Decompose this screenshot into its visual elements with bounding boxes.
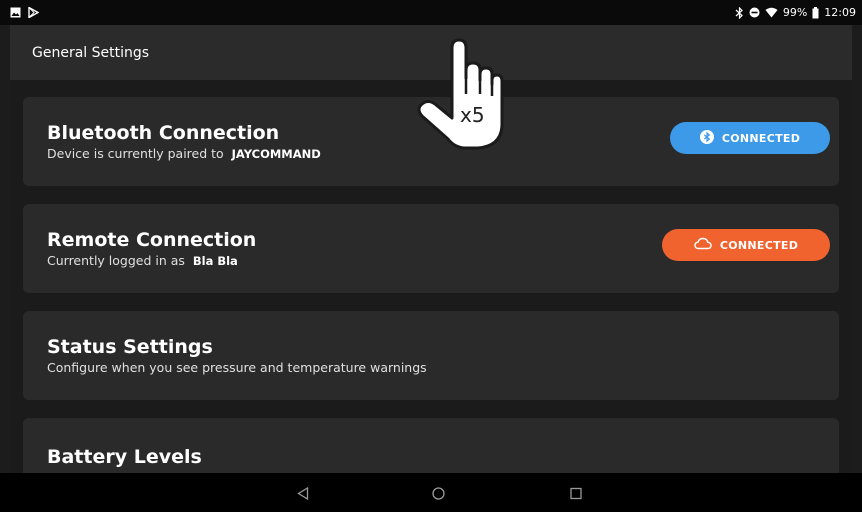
bluetooth-connected-button[interactable]: CONNECTED: [670, 122, 830, 154]
home-icon[interactable]: [432, 485, 445, 504]
card-subtitle: Currently logged in as Bla Bla: [47, 252, 238, 268]
card-title: Battery Levels: [47, 446, 202, 468]
card-subtitle: Device is currently paired to JAYCOMMAND: [47, 145, 321, 161]
tap-hand-icon: x5: [412, 36, 512, 156]
cloud-icon: [694, 237, 712, 253]
remote-connected-button[interactable]: CONNECTED: [662, 229, 830, 261]
card-title: Remote Connection: [47, 228, 257, 251]
button-label: CONNECTED: [721, 131, 801, 145]
bluetooth-icon: [735, 6, 744, 19]
status-bar: 99% 12:09: [0, 0, 862, 25]
clock: 12:09: [824, 6, 856, 19]
paired-device-name: JAYCOMMAND: [231, 146, 321, 161]
battery-icon: [812, 6, 819, 19]
page-title: General Settings: [32, 44, 150, 61]
do-not-disturb-icon: [749, 7, 760, 18]
card-subtitle: Configure when you see pressure and temp…: [47, 360, 427, 375]
button-label: CONNECTED: [719, 238, 799, 252]
remote-connection-card[interactable]: Remote Connection Currently logged in as…: [23, 204, 839, 293]
recents-icon[interactable]: [570, 485, 582, 504]
battery-percent: 99%: [782, 6, 808, 19]
tap-count-label: x5: [460, 103, 485, 127]
back-icon[interactable]: [297, 485, 309, 504]
logged-in-user: Bla Bla: [192, 253, 238, 268]
battery-levels-card[interactable]: Battery Levels: [23, 418, 839, 473]
status-settings-card[interactable]: Status Settings Configure when you see p…: [23, 311, 839, 400]
play-store-icon: [28, 7, 39, 18]
image-icon: [10, 7, 21, 18]
navigation-bar: [0, 473, 862, 512]
card-title: Bluetooth Connection: [47, 121, 280, 144]
wifi-icon: [765, 7, 778, 18]
card-title: Status Settings: [47, 336, 213, 358]
bluetooth-icon: [699, 129, 714, 147]
